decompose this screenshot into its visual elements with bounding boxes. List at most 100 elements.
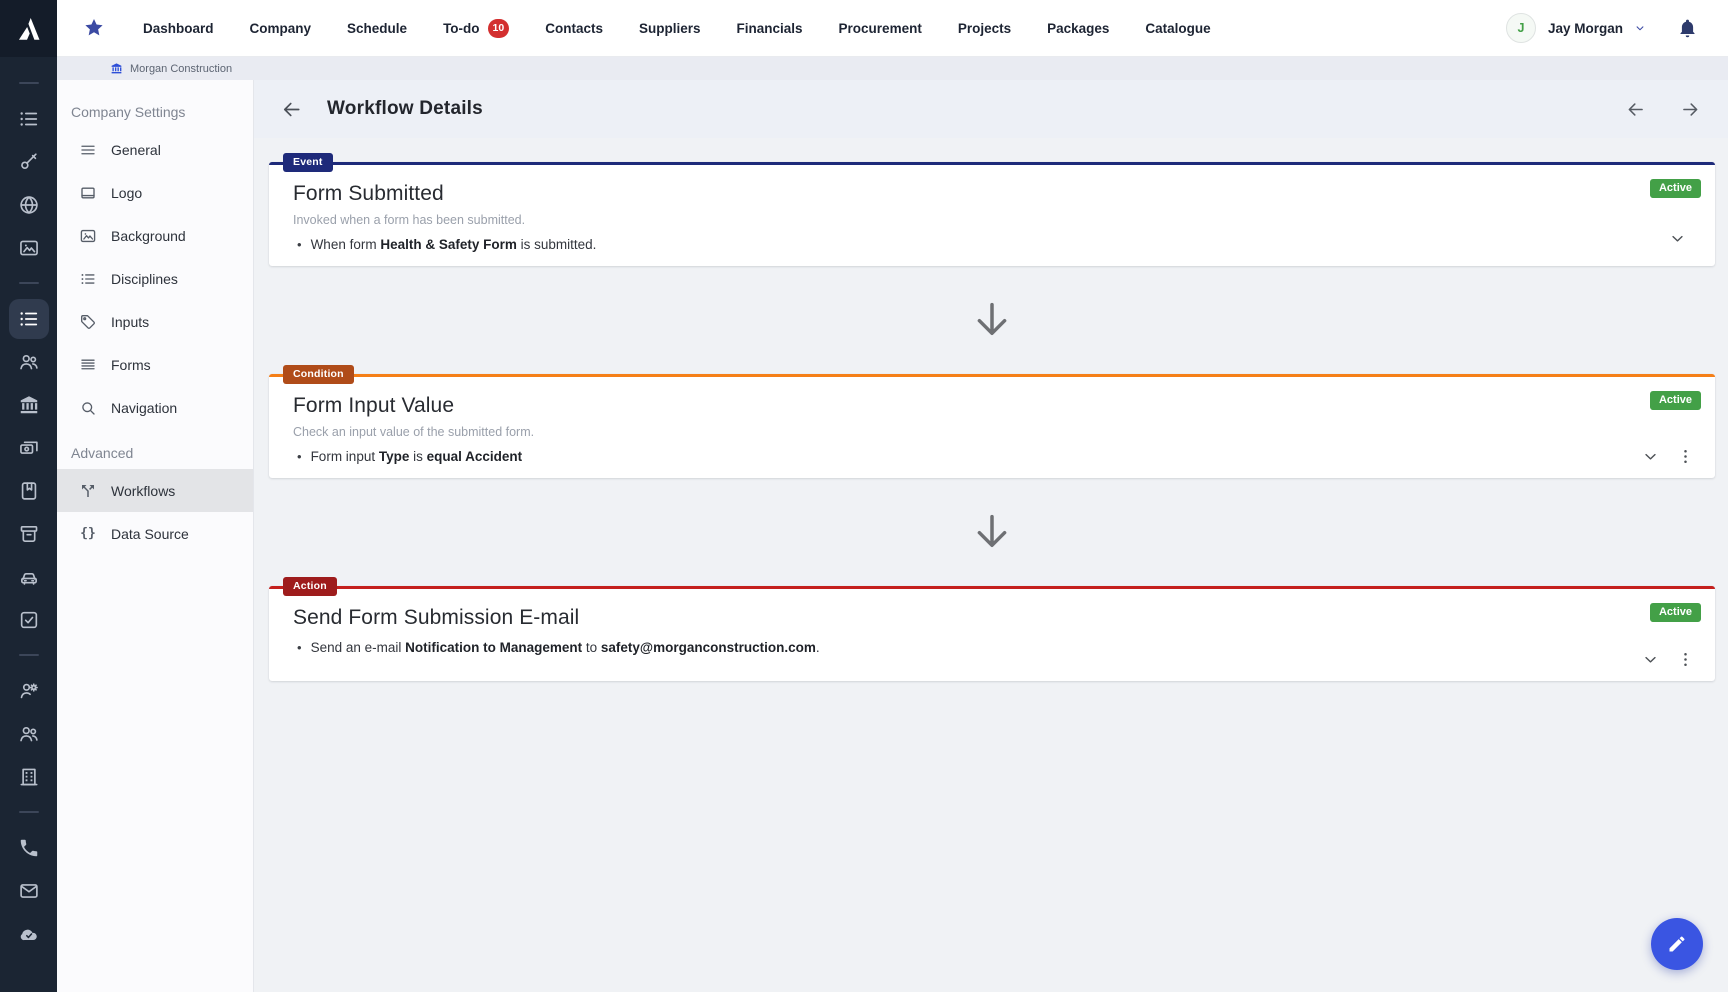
nav-item-company[interactable]: Company <box>250 21 312 36</box>
nav-item-label: Company <box>250 21 312 36</box>
sidebar-item-logo[interactable]: Logo <box>57 171 253 214</box>
nav-item-financials[interactable]: Financials <box>737 21 803 36</box>
image-icon <box>79 227 97 245</box>
sidebar-item-label: Forms <box>111 357 151 373</box>
favorites-star-icon[interactable] <box>83 17 105 39</box>
page-header: Workflow Details <box>254 80 1728 138</box>
nav-item-catalogue[interactable]: Catalogue <box>1145 21 1210 36</box>
breadcrumb[interactable]: Morgan Construction <box>57 57 1728 80</box>
notifications-bell-icon[interactable] <box>1677 18 1698 39</box>
sidebar-item-inputs[interactable]: Inputs <box>57 300 253 343</box>
nav-item-label: Packages <box>1047 21 1109 36</box>
rail-icon-key[interactable] <box>9 142 49 182</box>
nav-item-dashboard[interactable]: Dashboard <box>143 21 214 36</box>
flow-arrow-down-icon <box>269 478 1715 586</box>
settings-sidebar: Company Settings General Logo BackgroundDi… <box>57 80 254 992</box>
rail-icon-list[interactable] <box>9 299 49 339</box>
rail-icon-bank[interactable] <box>9 385 49 425</box>
rows-icon <box>79 356 97 374</box>
more-menu-icon[interactable] <box>1676 650 1695 669</box>
card-controls <box>1641 447 1695 466</box>
settings-items: General Logo BackgroundDisciplines Inputs Fo… <box>57 128 253 429</box>
card-subtitle: Invoked when a form has been submitted. <box>293 213 1691 227</box>
rail-icon-cloud-check[interactable] <box>9 914 49 954</box>
app-logo[interactable] <box>0 0 57 57</box>
rail-icon-wallet[interactable] <box>9 428 49 468</box>
chevron-down-icon <box>1633 21 1647 35</box>
top-nav: Dashboard Company Schedule To-do 10 Contacts S… <box>57 0 1728 57</box>
rail-icon-book[interactable] <box>9 471 49 511</box>
page-title: Workflow Details <box>327 98 483 120</box>
icon-rail <box>0 0 57 992</box>
bullet-dot: • <box>297 237 302 252</box>
tag-icon <box>79 313 97 331</box>
nav-item-label: To-do <box>443 21 479 36</box>
app-root: Dashboard Company Schedule To-do 10 Contacts S… <box>0 0 1728 992</box>
sidebar-item-workflows[interactable]: Workflows <box>57 469 253 512</box>
rail-divider <box>19 811 39 813</box>
more-menu-icon[interactable] <box>1676 447 1695 466</box>
expand-chevron-icon[interactable] <box>1641 650 1660 669</box>
sidebar-item-background[interactable]: Background <box>57 214 253 257</box>
rail-icon-mail[interactable] <box>9 871 49 911</box>
sidebar-item-label: Inputs <box>111 314 149 330</box>
rail-items <box>9 69 49 955</box>
rail-divider <box>19 82 39 84</box>
settings-heading: Company Settings <box>71 104 253 120</box>
user-menu-button[interactable]: Jay Morgan <box>1548 21 1647 36</box>
card-title: Send Form Submission E-mail <box>293 606 1691 630</box>
nav-item-suppliers[interactable]: Suppliers <box>639 21 701 36</box>
sidebar-item-data-source[interactable]: {}Data Source <box>57 512 253 555</box>
user-name: Jay Morgan <box>1548 21 1623 36</box>
rail-icon-engineer[interactable] <box>9 671 49 711</box>
company-bank-icon <box>110 62 123 75</box>
card-type-badge: Action <box>283 577 337 596</box>
primary-nav: Dashboard Company Schedule To-do 10 Contacts S… <box>143 19 1211 38</box>
card-controls <box>1641 650 1695 669</box>
bullet-dot: • <box>297 449 302 464</box>
rail-icon-globe[interactable] <box>9 185 49 225</box>
edit-fab[interactable] <box>1651 918 1703 970</box>
card-title: Form Submitted <box>293 182 1691 206</box>
rail-icon-check-square[interactable] <box>9 600 49 640</box>
card-subtitle: Check an input value of the submitted fo… <box>293 425 1691 439</box>
nav-item-packages[interactable]: Packages <box>1047 21 1109 36</box>
rail-icon-archive[interactable] <box>9 514 49 554</box>
rail-icon-users[interactable] <box>9 342 49 382</box>
nav-item-contacts[interactable]: Contacts <box>545 21 603 36</box>
rail-icon-building[interactable] <box>9 757 49 797</box>
rail-icon-users[interactable] <box>9 714 49 754</box>
sidebar-item-navigation[interactable]: Navigation <box>57 386 253 429</box>
card-icon <box>79 184 97 202</box>
main-content: Workflow Details EventActiveForm Submitt… <box>254 80 1728 992</box>
sidebar-item-label: Workflows <box>111 483 175 499</box>
pagination <box>1625 99 1701 120</box>
expand-chevron-icon[interactable] <box>1668 229 1687 248</box>
nav-item-procurement[interactable]: Procurement <box>839 21 922 36</box>
rail-icon-image[interactable] <box>9 228 49 268</box>
rail-icon-list[interactable] <box>9 99 49 139</box>
braces-icon: {} <box>79 525 97 543</box>
avatar[interactable]: J <box>1506 13 1536 43</box>
sidebar-item-label: Logo <box>111 185 142 201</box>
nav-item-to-do[interactable]: To-do 10 <box>443 19 509 38</box>
next-workflow-arrow-icon[interactable] <box>1680 99 1701 120</box>
status-badge: Active <box>1650 179 1701 198</box>
card-rule-text: •Send an e-mail Notification to Manageme… <box>293 640 1691 655</box>
list-b-icon <box>79 270 97 288</box>
rail-divider <box>19 654 39 656</box>
expand-chevron-icon[interactable] <box>1641 447 1660 466</box>
back-arrow-icon[interactable] <box>280 98 303 121</box>
rail-icon-car[interactable] <box>9 557 49 597</box>
sidebar-item-general[interactable]: General <box>57 128 253 171</box>
prev-workflow-arrow-icon[interactable] <box>1625 99 1646 120</box>
sidebar-item-disciplines[interactable]: Disciplines <box>57 257 253 300</box>
todo-count-badge: 10 <box>488 19 510 38</box>
nav-item-label: Dashboard <box>143 21 214 36</box>
card-type-badge: Condition <box>283 365 354 384</box>
rail-icon-phone[interactable] <box>9 828 49 868</box>
nav-item-label: Contacts <box>545 21 603 36</box>
sidebar-item-forms[interactable]: Forms <box>57 343 253 386</box>
nav-item-schedule[interactable]: Schedule <box>347 21 407 36</box>
nav-item-projects[interactable]: Projects <box>958 21 1011 36</box>
